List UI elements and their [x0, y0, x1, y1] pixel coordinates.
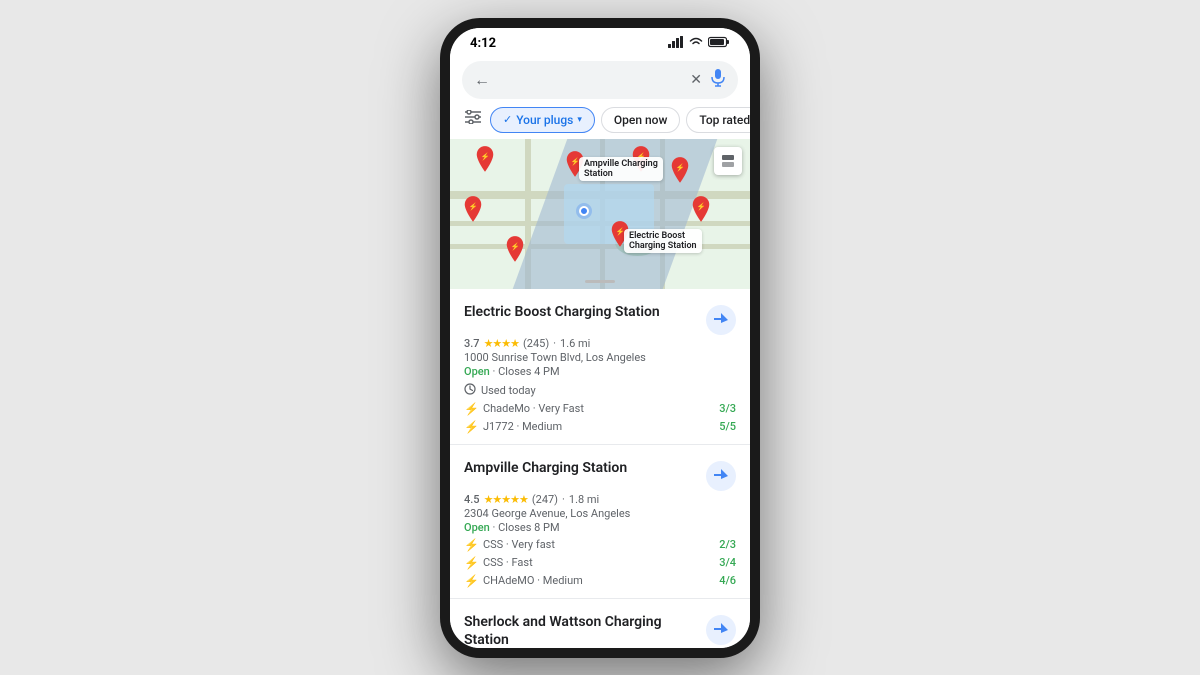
charger-type-2-1: CSS · Fast	[483, 556, 533, 569]
map-pin-1[interactable]: ⚡	[474, 146, 496, 172]
chip-your-plugs[interactable]: ✓ Your plugs ▾	[490, 107, 595, 133]
stars-2: ★★★★★	[484, 493, 528, 506]
map-pin-6[interactable]: ⚡	[690, 196, 712, 222]
closes-label-1: · Closes 4 PM	[493, 365, 560, 378]
stars-1: ★★★★	[484, 337, 519, 350]
charger-type-2-2: CHAdeMO · Medium	[483, 574, 583, 587]
map-pin-2[interactable]: ⚡	[462, 196, 484, 222]
open-status-2: Open · Closes 8 PM	[464, 521, 736, 534]
open-status-1: Open · Closes 4 PM	[464, 365, 736, 378]
direction-button-3[interactable]	[706, 615, 736, 645]
result-header-2: Ampville Charging Station	[464, 459, 736, 491]
bolt-icon-2-1: ⚡	[464, 556, 479, 570]
bolt-icon-2-2: ⚡	[464, 574, 479, 588]
distance-2: 1.8 mi	[569, 493, 599, 506]
map-label-ampville: Ampville ChargingStation	[579, 157, 663, 181]
result-name-3[interactable]: Sherlock and Wattson Charging Station	[464, 613, 706, 648]
reviews-1: (245)	[523, 337, 549, 350]
charger-type-1-0: ChadeMo · Very Fast	[483, 402, 584, 415]
svg-text:⚡: ⚡	[480, 152, 489, 161]
dot-1: ·	[553, 337, 556, 350]
wifi-icon	[688, 36, 704, 51]
result-header-1: Electric Boost Charging Station	[464, 303, 736, 335]
signal-icon	[668, 36, 684, 51]
direction-button-2[interactable]	[706, 461, 736, 491]
charger-row-2-0: ⚡ CSS · Very fast 2/3	[464, 538, 736, 552]
current-location-dot	[579, 206, 589, 216]
search-input[interactable]: Charging stations	[498, 72, 682, 88]
charger-avail-1-1: 5/5	[719, 420, 736, 433]
clear-icon[interactable]: ✕	[690, 72, 702, 88]
map-drag-handle[interactable]	[585, 280, 615, 283]
address-1: 1000 Sunrise Town Blvd, Los Angeles	[464, 351, 736, 364]
distance-1: 1.6 mi	[560, 337, 590, 350]
search-bar-container: ← Charging stations ✕	[450, 55, 750, 103]
charger-type-1-1: J1772 · Medium	[483, 420, 562, 433]
charger-row-1-0: ⚡ ChadeMo · Very Fast 3/3	[464, 402, 736, 416]
phone-shell: 4:12	[440, 18, 760, 658]
map-pin-5[interactable]: ⚡	[669, 157, 691, 183]
result-item-sherlock: Sherlock and Wattson Charging Station 4.…	[450, 599, 750, 648]
mic-icon[interactable]	[710, 69, 726, 91]
open-label-1: Open	[464, 365, 490, 378]
map-label-electric-boost: Electric BoostCharging Station	[624, 229, 702, 253]
results-list: Electric Boost Charging Station 3.7 ★★★★…	[450, 289, 750, 648]
map-layers-button[interactable]	[714, 147, 742, 175]
battery-icon	[708, 36, 730, 51]
charger-row-1-1: ⚡ J1772 · Medium 5/5	[464, 420, 736, 434]
direction-button-1[interactable]	[706, 305, 736, 335]
charger-row-2-2: ⚡ CHAdeMO · Medium 4/6	[464, 574, 736, 588]
rating-row-1: 3.7 ★★★★ (245) · 1.6 mi	[464, 337, 736, 350]
map-pin-7[interactable]: ⚡	[504, 236, 526, 262]
phone-screen: 4:12	[450, 28, 750, 648]
clock-icon	[464, 383, 476, 398]
charger-avail-2-0: 2/3	[719, 538, 736, 551]
svg-text:⚡: ⚡	[468, 202, 477, 211]
chip-open-now[interactable]: Open now	[601, 107, 681, 133]
result-name-2[interactable]: Ampville Charging Station	[464, 459, 706, 477]
result-item-ampville: Ampville Charging Station 4.5 ★★★★★ (247…	[450, 445, 750, 599]
closes-label-2: · Closes 8 PM	[493, 521, 560, 534]
filter-chips: ✓ Your plugs ▾ Open now Top rated	[450, 103, 750, 139]
used-today-1: Used today	[464, 383, 736, 398]
bolt-icon-1-0: ⚡	[464, 402, 479, 416]
svg-text:⚡: ⚡	[510, 242, 519, 251]
status-bar: 4:12	[450, 28, 750, 55]
bolt-icon-2-0: ⚡	[464, 538, 479, 552]
reviews-2: (247)	[532, 493, 558, 506]
charger-avail-1-0: 3/3	[719, 402, 736, 415]
result-item-electric-boost: Electric Boost Charging Station 3.7 ★★★★…	[450, 289, 750, 445]
status-time: 4:12	[470, 36, 496, 51]
svg-text:⚡: ⚡	[696, 202, 705, 211]
charger-row-2-1: ⚡ CSS · Fast 3/4	[464, 556, 736, 570]
map-background: ⚡ ⚡ ⚡ Ampville ChargingStation ⚡ ⚡	[450, 139, 750, 289]
address-2: 2304 George Avenue, Los Angeles	[464, 507, 736, 520]
search-bar: ← Charging stations ✕	[462, 61, 738, 99]
charger-avail-2-1: 3/4	[719, 556, 736, 569]
status-icons	[668, 36, 730, 51]
result-header-3: Sherlock and Wattson Charging Station	[464, 613, 736, 648]
chip-top-rated[interactable]: Top rated	[686, 107, 750, 133]
map-area[interactable]: ⚡ ⚡ ⚡ Ampville ChargingStation ⚡ ⚡	[450, 139, 750, 289]
used-today-label-1: Used today	[481, 384, 536, 397]
svg-text:⚡: ⚡	[675, 163, 684, 172]
rating-number-2: 4.5	[464, 493, 480, 506]
chevron-down-icon: ▾	[577, 115, 582, 125]
open-label-2: Open	[464, 521, 490, 534]
rating-number-1: 3.7	[464, 337, 480, 350]
back-button[interactable]: ←	[474, 70, 490, 90]
dot-2: ·	[562, 493, 565, 506]
bolt-icon-1-1: ⚡	[464, 420, 479, 434]
rating-row-2: 4.5 ★★★★★ (247) · 1.8 mi	[464, 493, 736, 506]
check-icon: ✓	[503, 113, 512, 126]
result-name-1[interactable]: Electric Boost Charging Station	[464, 303, 706, 321]
filter-icon-button[interactable]	[462, 108, 484, 131]
charger-type-2-0: CSS · Very fast	[483, 538, 555, 551]
charger-avail-2-2: 4/6	[719, 574, 736, 587]
